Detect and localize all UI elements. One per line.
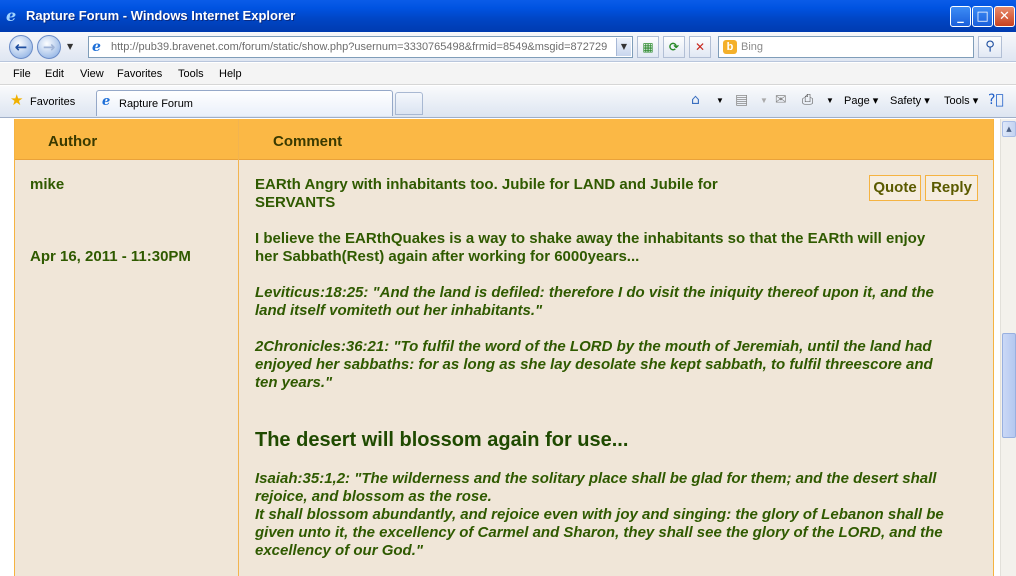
scripture-quote: 2Chronicles:36:21: "To fulfil the word o… [255, 338, 983, 392]
refresh-button[interactable]: ⟳ [663, 36, 685, 58]
post-author: mike [30, 176, 65, 193]
stop-icon: ✕ [694, 40, 706, 54]
menu-tools[interactable]: Tools [178, 68, 204, 80]
text-line: given unto it, the excellency of Carmel … [255, 524, 943, 541]
scroll-up-arrow-icon[interactable]: ▲ [1002, 121, 1016, 137]
vertical-scrollbar[interactable]: ▲ [1000, 119, 1016, 576]
favorites-button[interactable]: Favorites [30, 96, 75, 108]
safety-menu[interactable]: Safety ▾ [890, 95, 930, 107]
favorites-star-icon[interactable]: ★ [10, 93, 23, 108]
text-line: rejoice, and blossom as the rose. [255, 488, 492, 505]
minimize-button[interactable]: _ [950, 6, 971, 27]
close-button[interactable]: ✕ [994, 6, 1015, 27]
help-icon[interactable]: ?⃝ [988, 92, 1004, 108]
forum-post-table: Author Comment mike Apr 16, 2011 - 11:30… [14, 119, 994, 576]
text-line: excellency of our God." [255, 542, 423, 559]
back-button[interactable]: ← [9, 35, 33, 59]
tools-menu[interactable]: Tools ▾ [944, 95, 978, 107]
text-line: enjoyed her sabbaths: for as long as she… [255, 356, 933, 373]
print-dropdown-icon[interactable]: ▼ [826, 95, 834, 107]
forward-arrow-icon: → [42, 38, 56, 56]
table-header: Author Comment [15, 119, 993, 160]
text-line: land itself vomiteth out her inhabitants… [255, 302, 543, 319]
menu-view[interactable]: View [80, 68, 104, 80]
search-input[interactable]: b Bing [718, 36, 974, 58]
page-content: Author Comment mike Apr 16, 2011 - 11:30… [0, 119, 1000, 576]
text-line: Leviticus:18:25: "And the land is defile… [255, 284, 934, 301]
page-icon: e [92, 39, 101, 55]
menu-edit[interactable]: Edit [45, 68, 64, 80]
text-line: ten years." [255, 374, 333, 391]
read-mail-icon[interactable]: ✉ [775, 92, 787, 108]
menu-bar: File Edit View Favorites Tools Help [0, 63, 1016, 85]
address-toolbar: ← → ▼ e http://pub39.bravenet.com/forum/… [0, 32, 1016, 62]
quote-button[interactable]: Quote [869, 175, 921, 201]
favorites-bar: ★ Favorites e Rapture Forum ⌂ ▼ ▤ ▼ ✉ ⎙ … [0, 86, 1016, 118]
home-icon[interactable]: ⌂ [691, 92, 700, 108]
window-title: Rapture Forum - Windows Internet Explore… [26, 8, 296, 23]
history-dropdown-icon[interactable]: ▼ [67, 43, 73, 51]
home-dropdown-icon[interactable]: ▼ [716, 95, 724, 107]
compatibility-button[interactable]: ▦ [637, 36, 659, 58]
minimize-icon: _ [957, 9, 964, 24]
menu-help[interactable]: Help [219, 68, 242, 80]
text-line: Isaiah:35:1,2: "The wilderness and the s… [255, 470, 937, 487]
text-line: 2Chronicles:36:21: "To fulfil the word o… [255, 338, 932, 355]
search-button[interactable]: ⚲ [978, 36, 1002, 58]
post-paragraph: I believe the EARthQuakes is a way to sh… [255, 230, 983, 266]
post-title: EARth Angry with inhabitants too. Jubile… [255, 176, 855, 212]
text-line: I believe the EARthQuakes is a way to sh… [255, 230, 926, 247]
address-bar[interactable]: e http://pub39.bravenet.com/forum/static… [88, 36, 633, 58]
post-title-line: SERVANTS [255, 194, 336, 211]
new-tab-button[interactable] [395, 92, 423, 115]
scripture-quote: Isaiah:35:1,2: "The wilderness and the s… [255, 470, 983, 560]
ie-logo-icon: e [6, 6, 17, 25]
menu-favorites[interactable]: Favorites [117, 68, 162, 80]
maximize-button[interactable]: □ [972, 6, 993, 27]
feeds-dropdown-icon[interactable]: ▼ [760, 95, 768, 107]
author-header: Author [48, 133, 98, 150]
column-divider [238, 119, 239, 576]
print-icon[interactable]: ⎙ [802, 92, 813, 108]
post-title-line: EARth Angry with inhabitants too. Jubile… [255, 176, 718, 193]
menu-file[interactable]: File [13, 68, 31, 80]
tab-title: Rapture Forum [119, 98, 193, 110]
reply-button[interactable]: Reply [925, 175, 978, 201]
post-date: Apr 16, 2011 - 11:30PM [30, 248, 191, 265]
comment-header: Comment [273, 133, 343, 150]
title-bar: e Rapture Forum - Windows Internet Explo… [0, 0, 1016, 32]
search-placeholder: Bing [741, 41, 764, 53]
tab-rapture-forum[interactable]: e Rapture Forum [96, 90, 393, 116]
scripture-quote: Leviticus:18:25: "And the land is defile… [255, 284, 983, 320]
maximize-icon: □ [976, 9, 989, 24]
post-heading: The desert will blossom again for use... [255, 429, 629, 451]
text-line: It shall blossom abundantly, and rejoice… [255, 506, 944, 523]
compatibility-icon: ▦ [642, 40, 654, 54]
feeds-icon[interactable]: ▤ [735, 92, 748, 108]
refresh-icon: ⟳ [668, 40, 680, 54]
search-icon: ⚲ [985, 39, 995, 54]
bing-icon: b [723, 40, 737, 54]
tab-ie-icon: e [102, 94, 111, 109]
url-text[interactable]: http://pub39.bravenet.com/forum/static/s… [111, 41, 611, 54]
back-arrow-icon: ← [14, 38, 28, 56]
text-line: her Sabbath(Rest) again after working fo… [255, 248, 640, 265]
page-menu[interactable]: Page ▾ [844, 95, 878, 107]
scroll-thumb[interactable] [1002, 333, 1016, 438]
stop-button[interactable]: ✕ [689, 36, 711, 58]
forward-button[interactable]: → [37, 35, 61, 59]
close-icon: ✕ [999, 9, 1010, 24]
address-dropdown-icon[interactable]: ▼ [616, 38, 631, 56]
